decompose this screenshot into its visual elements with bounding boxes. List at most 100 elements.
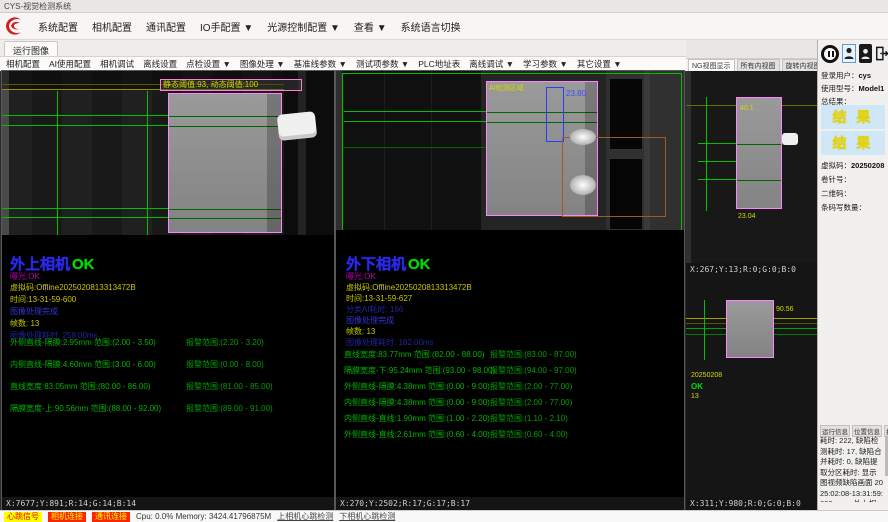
person-icon: [861, 48, 870, 60]
tab-run-image[interactable]: 运行图像: [4, 41, 58, 56]
tool-learn-params[interactable]: 学习参数 ▼: [523, 58, 568, 70]
tool-offline-debug[interactable]: 离线调试 ▼: [469, 58, 514, 70]
green-roi-top-line: [342, 73, 682, 74]
menu-system-config[interactable]: 系统配置: [38, 19, 78, 34]
lower-camera-image[interactable]: AI检测区域 23.80: [336, 71, 684, 230]
qr-code-label: 二维码：: [821, 188, 851, 199]
needle-number-label: 卷针号：: [821, 174, 851, 185]
measurement-value: 内侧直线-隔膜:4.38mm 范围:(0.00 - 9.00): [344, 398, 490, 407]
tool-camera-config[interactable]: 相机配置: [6, 58, 40, 70]
result-box-upper: 结 果: [821, 105, 885, 129]
tool-camera-debug[interactable]: 相机调试: [100, 58, 134, 70]
image-dark-zone: [344, 71, 481, 230]
measurement-row: 直线宽度:83.77mm 范围:(82.00 - 88.00) 报警范围:(83…: [344, 349, 682, 359]
measurement-value: 外侧直线-直线:2.61mm 范围:(0.60 - 4.00): [344, 430, 490, 439]
upper-camera-image[interactable]: 静态阈值:93, 动态阈值:100: [2, 71, 334, 235]
login-user-value: cys: [859, 71, 872, 80]
alarm-range: 报警范围:(83.00 - 87.00): [490, 349, 577, 360]
green-guide-line-dim: [487, 112, 597, 113]
tool-other-settings[interactable]: 其它设置 ▼: [577, 58, 622, 70]
login-user-button[interactable]: [842, 44, 856, 63]
overlay-measure-label: 40.1: [740, 105, 754, 112]
image-dark-band: [298, 71, 306, 235]
model-label: 使用型号：: [821, 84, 859, 93]
green-guide-line-vertical: [147, 91, 148, 235]
frame-count: 帧数: 13: [10, 318, 39, 329]
panel-seam: [384, 71, 385, 230]
menu-view[interactable]: 查看 ▼: [354, 19, 387, 34]
green-guide-line: [2, 125, 168, 126]
result-ok-text: OK: [72, 256, 95, 273]
overlay-info-line: 13: [691, 393, 699, 400]
tool-offline-setting[interactable]: 离线设置: [143, 58, 177, 70]
process-time: 图像处理耗时: 182.00ms: [346, 337, 434, 348]
alarm-range: 报警范围:(2.00 - 77.00): [490, 381, 572, 392]
toolbar: 相机配置 AI使用配置 相机调试 离线设置 点检设置 ▼ 图像处理 ▼ 基准线参…: [0, 56, 686, 71]
menu-io-config[interactable]: IO手配置 ▼: [200, 19, 253, 34]
operator-button[interactable]: [859, 44, 872, 63]
measurement-value: 外侧直线-隔膜:4.38mm 范围:(0.00 - 9.00): [344, 382, 490, 391]
ng-preview-image-bottom[interactable]: 90.56 20250208 OK 13: [686, 276, 817, 497]
tab-ng-view[interactable]: NG视图显示: [688, 59, 735, 71]
tool-test-params[interactable]: 测试项参数 ▼: [356, 58, 409, 70]
alarm-range: 报警范围:(94.00 - 97.00): [490, 365, 577, 376]
measurement-value: 直线宽度:83.05mm 范围:(80.00 - 86.00): [10, 382, 151, 391]
green-guide-line-dim: [169, 126, 281, 127]
capture-time: 时间:13-31-59-627: [346, 293, 412, 304]
virtual-code-value: 20250208: [851, 161, 884, 170]
result-box-lower: 结 果: [821, 131, 885, 155]
virtual-code-row: 虚拟码：20250208: [821, 160, 884, 171]
image-edge-band: [686, 71, 691, 263]
separator-roi-rect: [736, 97, 782, 209]
exit-door-icon[interactable]: [875, 46, 888, 61]
menu-light-config[interactable]: 光源控制配置 ▼: [267, 19, 340, 34]
measurement-row: 隔膜宽度-上:90.56mm 范围:(88.00 - 92.00) 报警范围:(…: [10, 403, 332, 413]
process-done-text: 图像处理完成: [346, 315, 394, 326]
menu-comm-config[interactable]: 通讯配置: [146, 19, 186, 34]
tool-baseline-params[interactable]: 基准线参数 ▼: [294, 58, 347, 70]
menu-language-switch[interactable]: 系统语言切换: [401, 19, 461, 34]
measurement-row: 外侧直线-隔膜:4.38mm 范围:(0.00 - 9.00) 报警范围:(2.…: [344, 381, 682, 391]
measurement-row: 内侧直线-直线:1.90mm 范围:(1.00 - 2.20) 报警范围:(1.…: [344, 413, 682, 423]
green-roi-right-line: [681, 73, 682, 230]
tool-ai-use-config[interactable]: AI使用配置: [49, 58, 91, 70]
pause-button[interactable]: [821, 45, 839, 63]
alarm-range: 报警范围:(0.00 - 8.00): [186, 359, 264, 370]
menu-bar: 系统配置 相机配置 通讯配置 IO手配置 ▼ 光源控制配置 ▼ 查看 ▼ 系统语…: [0, 13, 888, 40]
overlay-measure-label: 23.04: [738, 213, 756, 220]
tab-all-inner-view[interactable]: 所有内视图: [737, 59, 780, 71]
threshold-overlay-label: 静态阈值:93, 动态阈值:100: [160, 79, 302, 91]
ng-preview-image-top[interactable]: 40.1 23.04: [686, 71, 817, 263]
green-guide-line: [2, 208, 168, 209]
green-guide-line-dim: [169, 209, 281, 210]
green-guide-line-dim: [737, 144, 781, 145]
right-preview-column: 40.1 23.04 X:267;Y:13;R:0;G:0;B:0 90.56 …: [686, 71, 817, 510]
result-ok-text: OK: [408, 256, 431, 273]
separator-roi-rect: [726, 300, 774, 358]
write-count-label: 条码写数量：: [821, 202, 866, 213]
highlight-blob: [570, 175, 596, 195]
blue-measure-rect: [546, 87, 564, 142]
app-logo-icon: [4, 16, 24, 36]
run-log-text: 耗时: 222, 缺陷检测耗时: 17, 缺陷合并耗时: 0, 缺陷提取分区耗时…: [820, 436, 884, 502]
right-view-tabs-region: NG视图显示 所有内视图 旋转内视图: [686, 40, 817, 71]
pixel-coords-readout: X:311;Y:980;R:0;G:0;B:0: [686, 497, 817, 510]
separator-roi-rect: [168, 93, 282, 233]
menu-camera-config[interactable]: 相机配置: [92, 19, 132, 34]
control-sidebar: 登录用户：cys 使用型号：Model1 总结果： 结 果 结 果 虚拟码：20…: [817, 40, 888, 510]
tool-image-process[interactable]: 图像处理 ▼: [240, 58, 285, 70]
tool-plc-address[interactable]: PLC地址表: [418, 58, 460, 70]
window-title: CYS-视觉检测系统: [4, 2, 71, 11]
alarm-range: 报警范围:(2.20 - 3.20): [186, 337, 264, 348]
pixel-coords-readout: X:267;Y:13;R:0;G:0;B:0: [686, 263, 817, 276]
frame-count: 帧数: 13: [346, 326, 375, 337]
measurement-value: 隔膜宽度-上:90.56mm 范围:(88.00 - 92.00): [10, 404, 161, 413]
model-value[interactable]: Model1: [859, 84, 885, 93]
exposure-status: 曝光:OK: [346, 271, 376, 282]
upper-camera-heartbeat-link[interactable]: 上相机心跳检测: [277, 511, 333, 522]
probe-clip-shape: [277, 111, 318, 141]
lower-camera-heartbeat-link[interactable]: 下相机心跳检测: [339, 511, 395, 522]
tool-spot-check[interactable]: 点检设置 ▼: [186, 58, 231, 70]
camera-connection-badge: 相机连接: [48, 512, 86, 522]
measurement-row: 隔膜宽度-下:95.24mm 范围:(93.00 - 98.00) 报警范围:(…: [344, 365, 682, 375]
